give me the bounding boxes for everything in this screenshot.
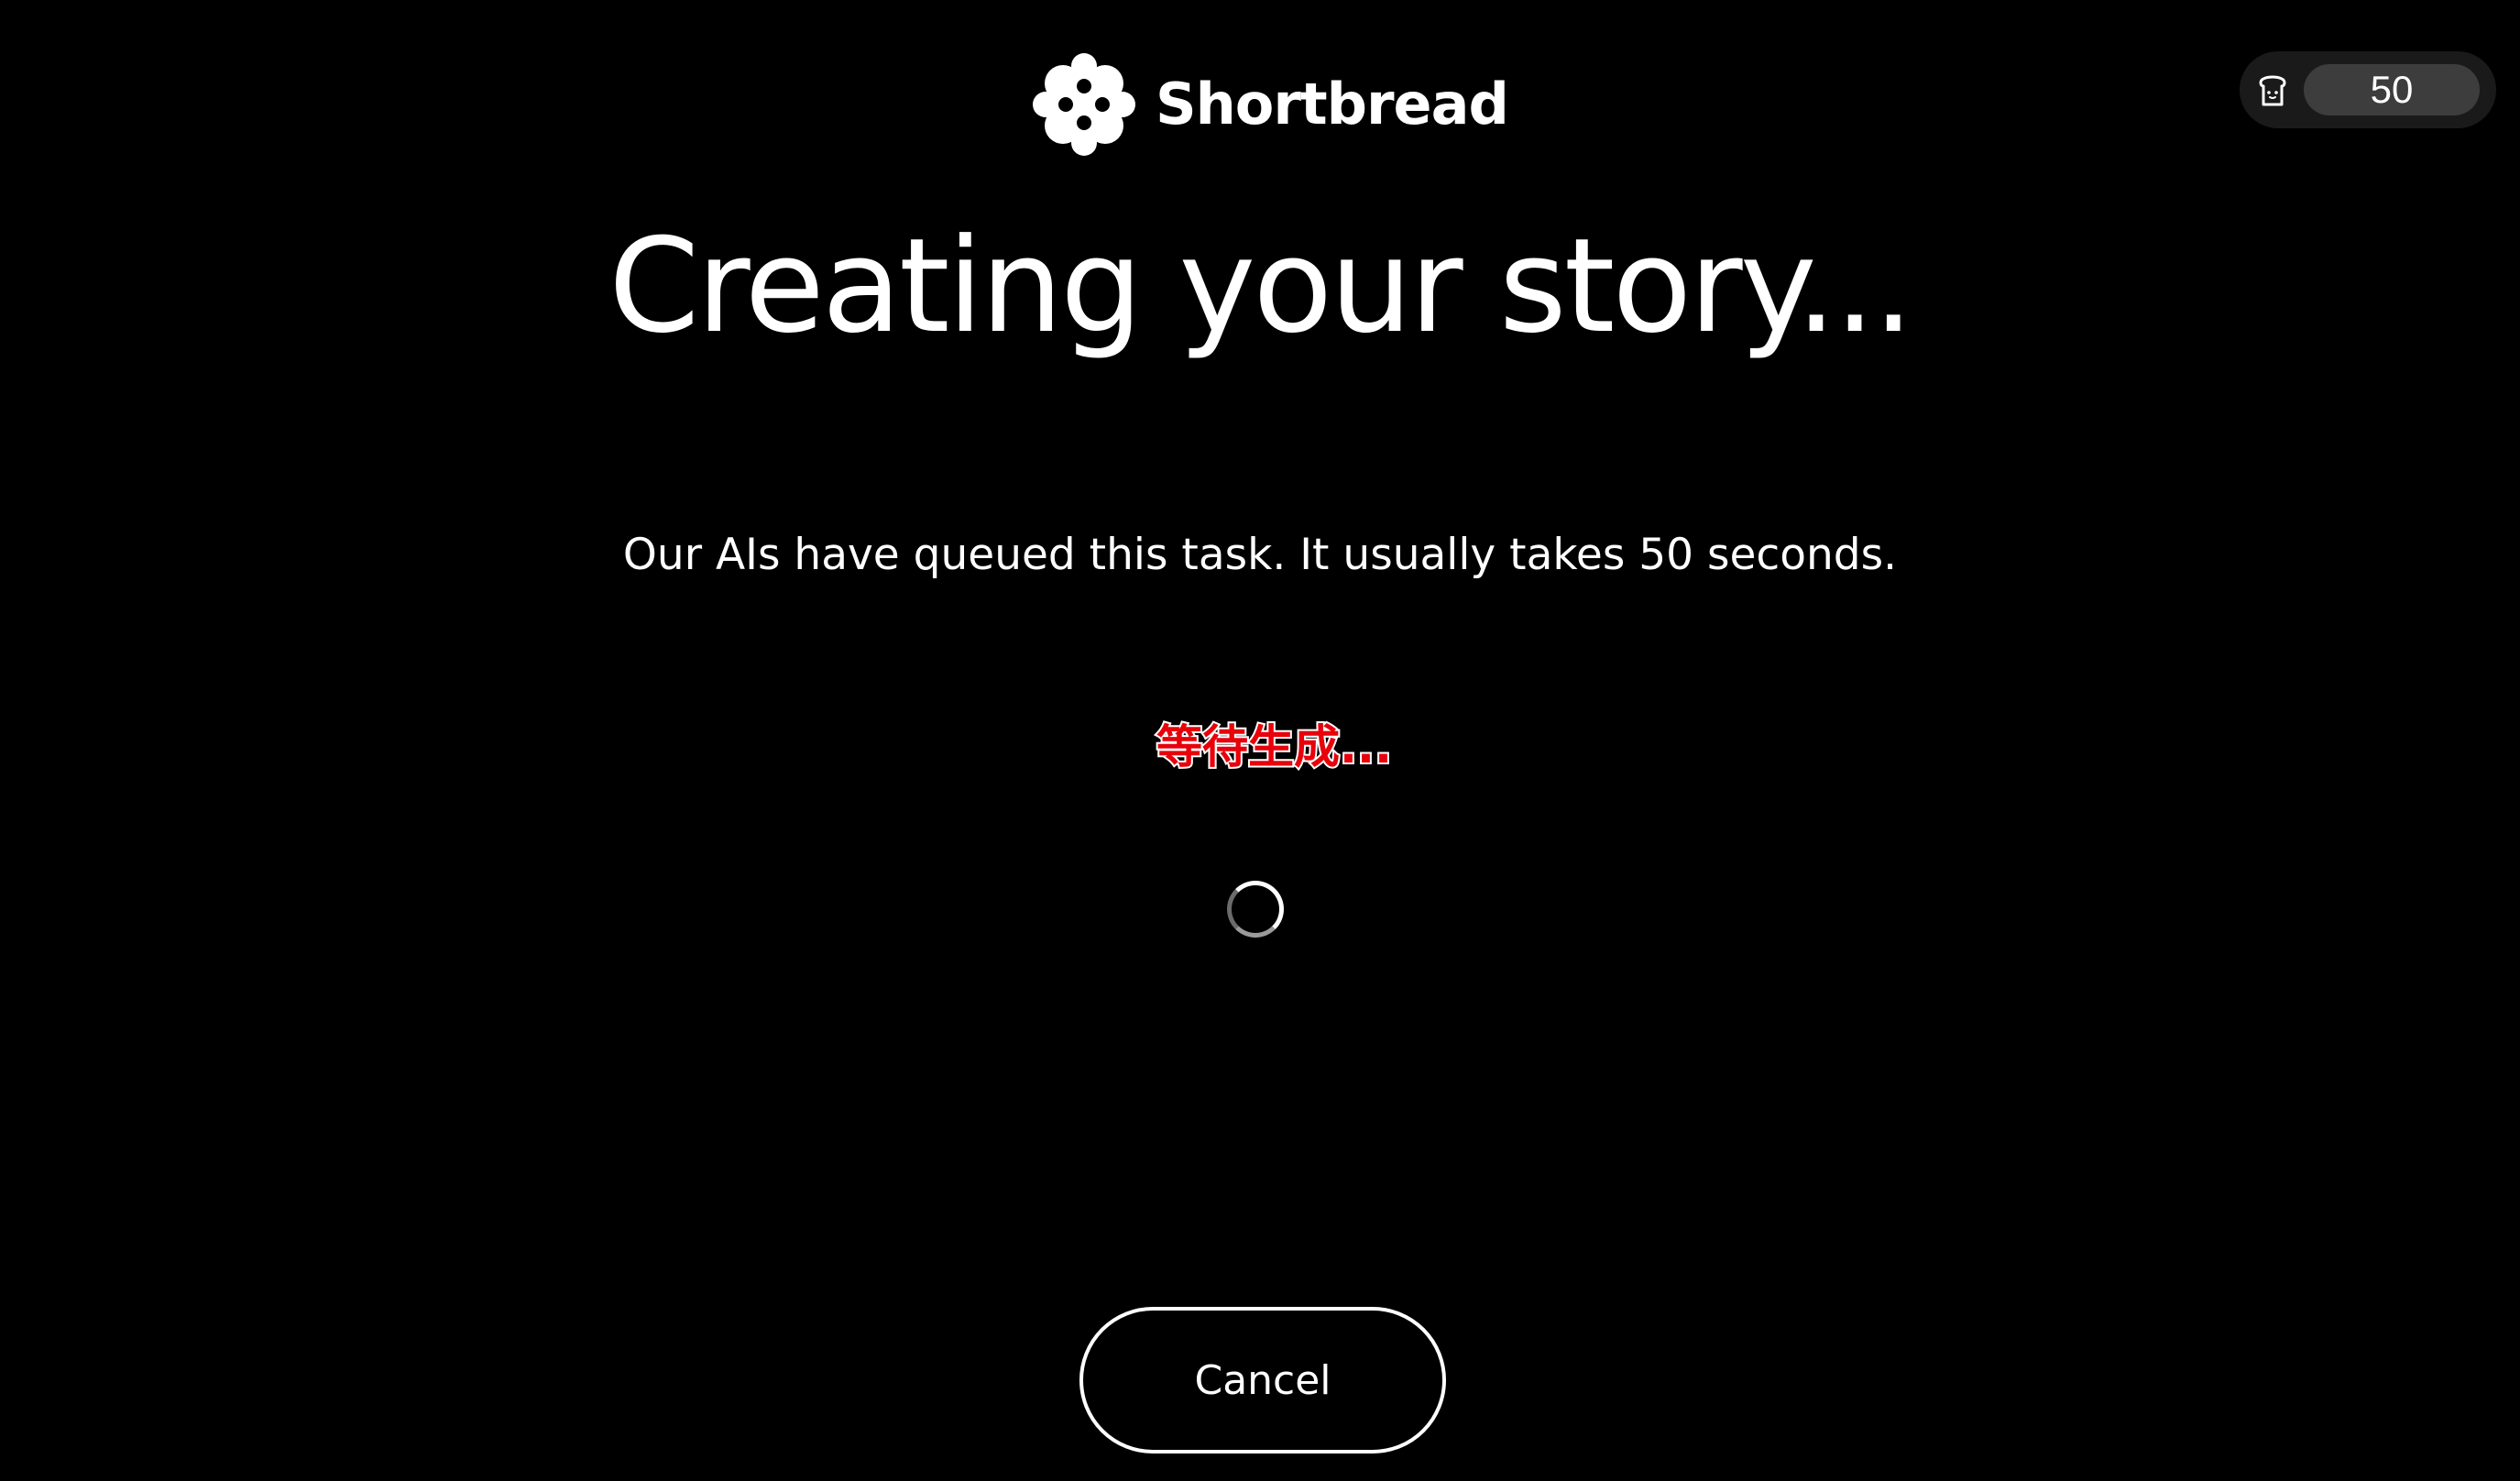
brand-name: Shortbread (1156, 71, 1509, 137)
shortbread-logo-icon (1033, 53, 1135, 156)
brand-header[interactable]: Shortbread (1033, 49, 1509, 159)
spinner-icon (1227, 881, 1284, 938)
toast-bread-icon (2259, 75, 2286, 106)
queue-message: Our AIs have queued this task. It usuall… (622, 530, 1898, 580)
story-generation-page: Shortbread 50 Creating your story... Our… (0, 0, 2520, 1481)
status-text: 等待生成... (1155, 719, 1394, 775)
page-title: Creating your story... (608, 211, 1914, 362)
credits-badge[interactable]: 50 (2240, 51, 2496, 128)
credits-count: 50 (2304, 64, 2480, 115)
cancel-button[interactable]: Cancel (1079, 1307, 1446, 1454)
